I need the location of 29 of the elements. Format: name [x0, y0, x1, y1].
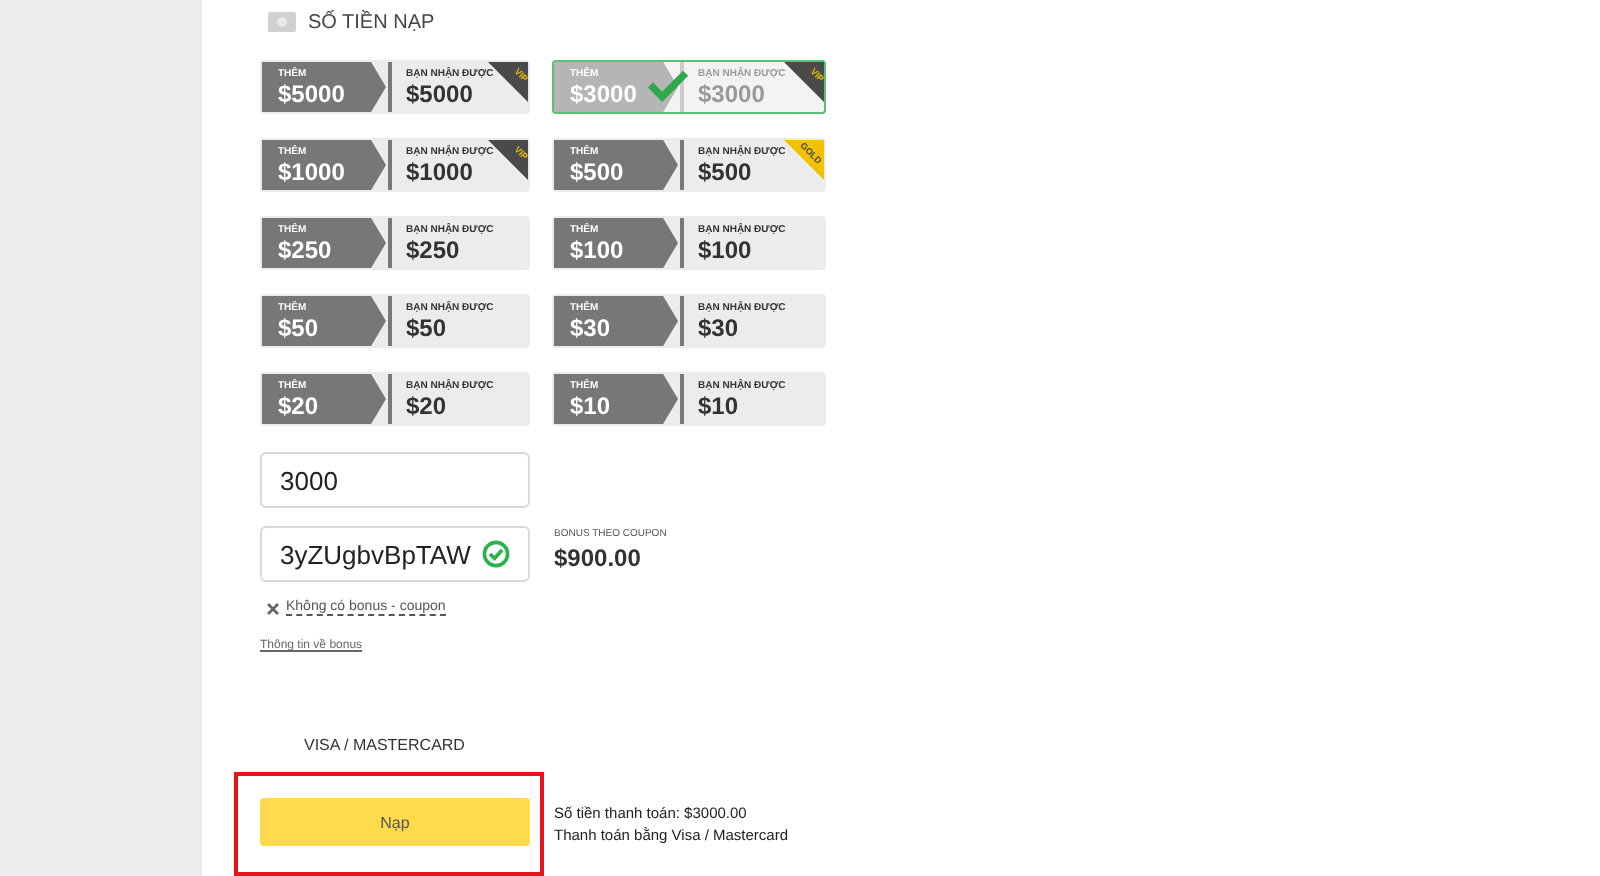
section-title: SỐ TIỀN NẠP — [308, 11, 435, 33]
add-amount: $20 — [278, 392, 319, 420]
add-amount: $30 — [570, 314, 611, 342]
receive-amount: $10 — [698, 392, 739, 420]
add-amount: $500 — [570, 158, 624, 186]
receive-amount: $30 — [698, 314, 739, 342]
add-amount: $100 — [570, 236, 624, 264]
add-amount: $1000 — [278, 158, 345, 186]
add-amount: $10 — [570, 392, 611, 420]
receive-amount: $50 — [406, 314, 447, 342]
add-amount: $50 — [278, 314, 319, 342]
receive-amount: $500 — [698, 158, 752, 186]
coupon-field[interactable]: 3yZUgbvBpTAW — [260, 526, 530, 582]
payment-method-label: VISA / MASTERCARD — [304, 736, 467, 754]
add-amount: $3000 — [570, 80, 637, 108]
add-amount: $250 — [278, 236, 332, 264]
checkmark-icon — [646, 68, 690, 102]
close-icon[interactable] — [266, 601, 280, 615]
receive-amount: $5000 — [406, 80, 473, 108]
receive-amount: $250 — [406, 236, 460, 264]
receive-amount: $20 — [406, 392, 447, 420]
receive-amount: $100 — [698, 236, 752, 264]
receive-amount: $1000 — [406, 158, 473, 186]
receive-amount: $3000 — [698, 80, 765, 108]
bonus-amount: $900.00 — [554, 544, 643, 572]
amount-field[interactable]: 3000 — [260, 452, 530, 508]
banknote-icon — [268, 12, 296, 32]
add-amount: $5000 — [278, 80, 345, 108]
deposit-button[interactable]: Nạp — [260, 798, 530, 846]
